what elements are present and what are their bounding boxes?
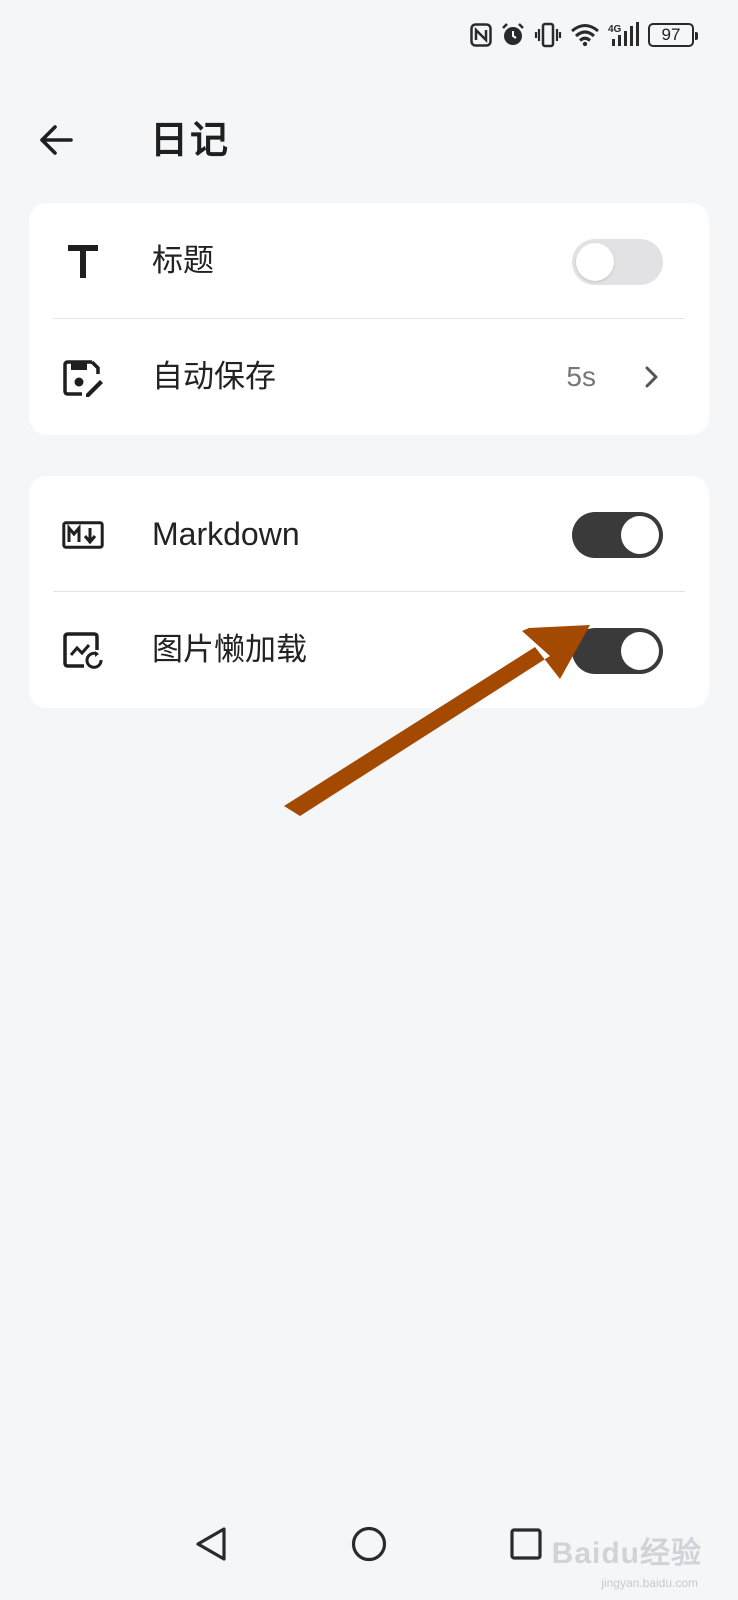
nfc-icon bbox=[470, 23, 492, 47]
wifi-icon bbox=[570, 23, 600, 47]
toggle-knob bbox=[621, 516, 659, 554]
status-icons: 4G 97 bbox=[470, 20, 698, 50]
setting-row-title[interactable]: 标题 bbox=[29, 203, 709, 319]
setting-label-title: 标题 bbox=[152, 243, 214, 279]
alarm-icon bbox=[500, 22, 526, 48]
setting-row-markdown[interactable]: Markdown bbox=[29, 476, 709, 592]
page-title: 日记 bbox=[150, 118, 231, 162]
markdown-toggle[interactable] bbox=[572, 512, 663, 558]
settings-card-general: 标题 自动保存 5s bbox=[29, 203, 709, 435]
setting-label-markdown: Markdown bbox=[152, 516, 300, 552]
title-toggle[interactable] bbox=[572, 239, 663, 285]
watermark: Baidu经验 bbox=[551, 1537, 702, 1570]
status-bar: 4G 97 bbox=[0, 0, 738, 72]
nav-home-icon bbox=[351, 1526, 387, 1562]
toggle-knob bbox=[576, 243, 614, 281]
title-t-icon bbox=[61, 240, 105, 284]
nav-recents-button[interactable] bbox=[496, 1514, 556, 1574]
nav-recents-icon bbox=[510, 1528, 542, 1560]
signal-label: 4G bbox=[608, 24, 622, 35]
nav-back-button[interactable] bbox=[182, 1514, 242, 1574]
settings-card-content: Markdown 图片懒加载 bbox=[29, 476, 709, 708]
markdown-icon bbox=[61, 513, 105, 557]
battery-icon: 97 bbox=[648, 23, 698, 47]
arrow-left-icon bbox=[40, 125, 73, 155]
vibrate-icon bbox=[534, 22, 562, 48]
image-lazy-load-icon bbox=[61, 629, 105, 673]
4g-signal-icon: 4G bbox=[608, 22, 640, 48]
setting-row-image-lazy-load[interactable]: 图片懒加载 bbox=[29, 592, 709, 708]
auto-save-icon bbox=[61, 356, 105, 400]
header: 日记 bbox=[0, 100, 738, 180]
auto-save-value: 5s bbox=[566, 361, 596, 392]
setting-label-image-lazy-load: 图片懒加载 bbox=[152, 632, 307, 668]
back-button[interactable] bbox=[32, 116, 80, 164]
image-lazy-load-toggle[interactable] bbox=[572, 628, 663, 674]
watermark-subtext: jingyan.baidu.com bbox=[601, 1576, 698, 1590]
chevron-right-icon bbox=[645, 366, 658, 388]
toggle-knob bbox=[621, 632, 659, 670]
setting-label-auto-save: 自动保存 bbox=[152, 359, 276, 395]
nav-home-button[interactable] bbox=[339, 1514, 399, 1574]
nav-back-icon bbox=[196, 1527, 226, 1561]
navigation-bar: Baidu经验 jingyan.baidu.com bbox=[0, 1490, 738, 1600]
setting-row-auto-save[interactable]: 自动保存 5s bbox=[29, 319, 709, 435]
